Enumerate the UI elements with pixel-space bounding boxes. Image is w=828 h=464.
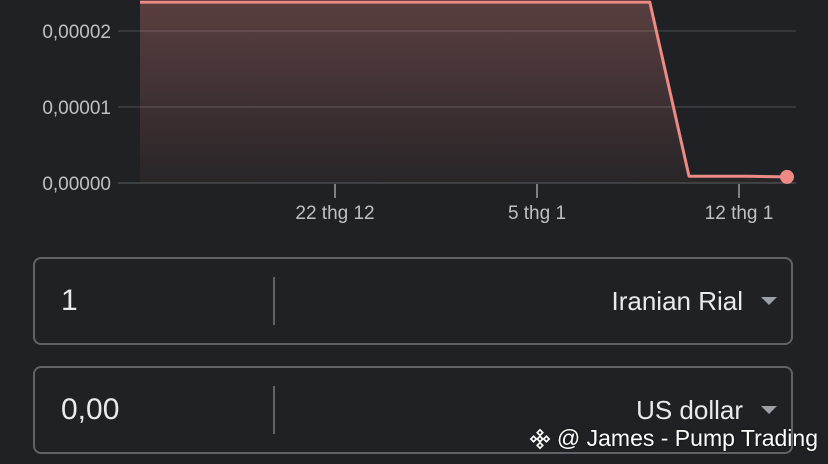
last-point-marker[interactable] xyxy=(780,169,794,184)
dropdown-caret-icon xyxy=(761,297,777,305)
exchange-rate-chart: 0,00000 0,00001 0,00002 22 thg 12 5 thg 1 12 … xyxy=(0,0,828,240)
x-tick-label: 12 thg 1 xyxy=(705,203,774,224)
y-tick-label: 0,00000 xyxy=(42,174,111,195)
watermark-text: @ James - Pump Trading xyxy=(556,425,818,451)
to-currency-label: US dollar xyxy=(636,394,743,425)
dropdown-caret-icon xyxy=(761,406,777,414)
watermark: @ James - Pump Trading xyxy=(529,425,818,452)
to-amount-input[interactable]: 0,00 xyxy=(61,368,261,452)
x-tick-label: 22 thg 12 xyxy=(295,203,374,224)
y-tick-label: 0,00001 xyxy=(42,98,111,119)
from-currency-select[interactable]: Iranian Rial xyxy=(611,259,777,343)
from-currency-label: Iranian Rial xyxy=(611,285,743,316)
chart-svg: 0,00000 0,00001 0,00002 22 thg 12 5 thg 1 12 … xyxy=(42,0,796,224)
row-divider xyxy=(273,277,275,325)
x-tick-label: 5 thg 1 xyxy=(508,203,566,224)
series-area xyxy=(140,2,787,183)
y-tick-label: 0,00002 xyxy=(42,22,111,43)
from-currency-row: 1 Iranian Rial xyxy=(33,257,793,345)
binance-diamond-icon xyxy=(529,428,551,449)
from-amount-input[interactable]: 1 xyxy=(61,259,261,343)
row-divider xyxy=(273,386,275,434)
